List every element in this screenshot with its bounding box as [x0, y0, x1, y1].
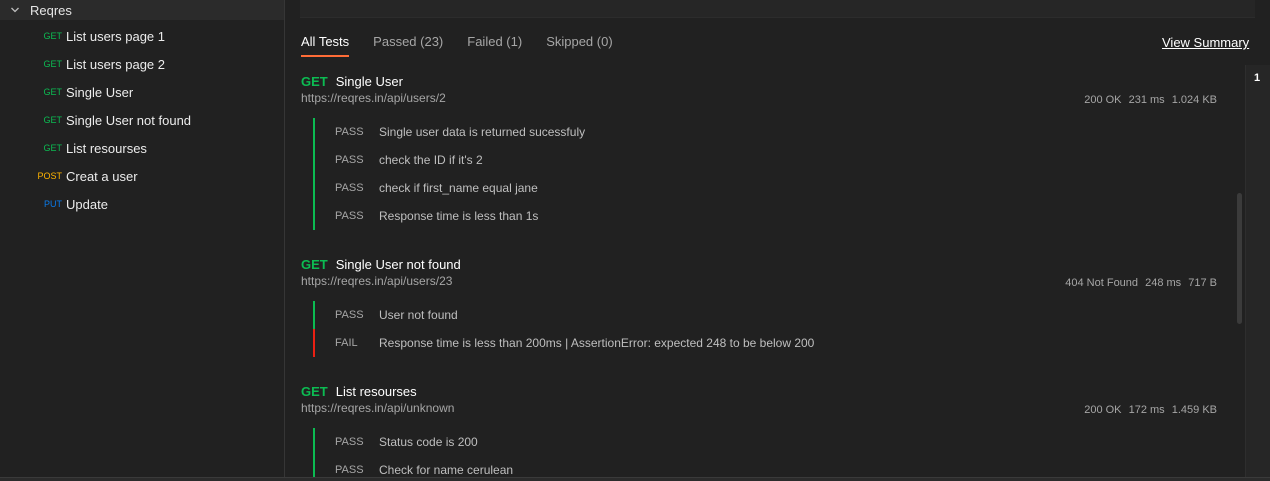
- response-time: 231 ms: [1128, 94, 1165, 106]
- request-label: Creat a user: [66, 168, 138, 184]
- response-size: 1.024 KB: [1171, 94, 1217, 106]
- test-status: PASS: [335, 126, 364, 138]
- test-message: Check for name cerulean: [379, 463, 514, 477]
- request-label: List users page 2: [66, 56, 166, 72]
- method-badge: GET: [43, 31, 62, 41]
- test-result: PASS check the ID if it's 2: [313, 146, 1213, 174]
- response-status: 404 Not Found: [1065, 277, 1139, 289]
- test-message: Single user data is returned sucessfuly: [379, 125, 586, 139]
- test-status: FAIL: [335, 337, 358, 349]
- view-summary-link[interactable]: View Summary: [1162, 35, 1249, 50]
- result-list-resourses: GET List resourses https://reqres.in/api…: [301, 382, 1231, 481]
- sidebar-request-creat-a-user[interactable]: POST Creat a user: [0, 164, 284, 188]
- iteration-number[interactable]: 1: [1254, 72, 1260, 84]
- method-badge: PUT: [44, 199, 62, 209]
- collection-header-reqres[interactable]: Reqres: [0, 0, 284, 20]
- test-message: check the ID if it's 2: [379, 153, 483, 167]
- test-result: PASS Single user data is returned sucess…: [313, 118, 1213, 146]
- test-result: PASS Status code is 200: [313, 428, 1213, 456]
- results-scrollbar-thumb[interactable]: [1237, 193, 1242, 324]
- response-meta: 200 OK 231 ms 1.024 KB: [1080, 94, 1217, 106]
- sidebar-request-list-users-page-2[interactable]: GET List users page 2: [0, 52, 284, 76]
- test-list: PASS User not found FAIL Response time i…: [313, 301, 1213, 357]
- result-single-user: GET Single User https://reqres.in/api/us…: [301, 72, 1231, 230]
- test-result-failed: FAIL Response time is less than 200ms | …: [313, 329, 1213, 357]
- test-message: User not found: [379, 308, 458, 322]
- test-message: Response time is less than 200ms | Asser…: [379, 336, 815, 350]
- test-message: Status code is 200: [379, 435, 478, 449]
- test-message: check if first_name equal jane: [379, 181, 538, 195]
- tab-skipped[interactable]: Skipped (0): [546, 34, 612, 57]
- request-name[interactable]: Single User not found: [336, 257, 461, 272]
- test-result: PASS User not found: [313, 301, 1213, 329]
- response-size: 1.459 KB: [1171, 404, 1217, 416]
- method-badge: GET: [43, 143, 62, 153]
- test-message: Response time is less than 1s: [379, 209, 539, 223]
- test-status: PASS: [335, 182, 364, 194]
- results-tabs: All Tests Passed (23) Failed (1) Skipped…: [301, 34, 637, 57]
- test-result: PASS check if first_name equal jane: [313, 174, 1213, 202]
- iteration-rail: [1245, 65, 1270, 481]
- response-time: 172 ms: [1128, 404, 1165, 416]
- tab-passed[interactable]: Passed (23): [373, 34, 443, 57]
- tab-all-tests[interactable]: All Tests: [301, 34, 350, 57]
- test-status: PASS: [335, 436, 364, 448]
- sidebar: Reqres GET List users page 1 GET List us…: [0, 0, 285, 481]
- results-list: GET Single User https://reqres.in/api/us…: [301, 72, 1231, 481]
- test-status: PASS: [335, 154, 364, 166]
- test-list: PASS Single user data is returned sucess…: [313, 118, 1213, 230]
- bottom-divider: [0, 477, 1270, 481]
- test-status: PASS: [335, 309, 364, 321]
- sidebar-request-update[interactable]: PUT Update: [0, 192, 284, 216]
- test-list: PASS Status code is 200 PASS Check for n…: [313, 428, 1213, 481]
- sidebar-request-single-user-not-found[interactable]: GET Single User not found: [0, 108, 284, 132]
- test-status: PASS: [335, 464, 364, 476]
- response-meta: 200 OK 172 ms 1.459 KB: [1080, 404, 1217, 416]
- response-status: 200 OK: [1084, 404, 1122, 416]
- request-label: Single User not found: [66, 112, 192, 128]
- result-single-user-not-found: GET Single User not found https://reqres…: [301, 255, 1231, 357]
- sidebar-request-list-users-page-1[interactable]: GET List users page 1: [0, 24, 284, 48]
- method-badge: GET: [301, 73, 328, 89]
- method-badge: GET: [43, 115, 62, 125]
- method-badge: GET: [301, 256, 328, 272]
- request-label: List resourses: [66, 140, 147, 156]
- test-result: PASS Response time is less than 1s: [313, 202, 1213, 230]
- test-status: PASS: [335, 210, 364, 222]
- response-status: 200 OK: [1084, 94, 1122, 106]
- method-badge: GET: [43, 59, 62, 69]
- collection-name: Reqres: [30, 2, 72, 18]
- response-meta: 404 Not Found 248 ms 717 B: [1061, 277, 1217, 289]
- results-header-bar: [300, 0, 1255, 18]
- sidebar-request-list-resourses[interactable]: GET List resourses: [0, 136, 284, 160]
- response-size: 717 B: [1188, 277, 1217, 289]
- request-label: List users page 1: [66, 28, 166, 44]
- request-label: Update: [66, 196, 108, 212]
- tab-failed[interactable]: Failed (1): [467, 34, 522, 57]
- method-badge: GET: [301, 383, 328, 399]
- chevron-down-icon[interactable]: [8, 3, 22, 17]
- method-badge: GET: [43, 87, 62, 97]
- runner-results-panel: All Tests Passed (23) Failed (1) Skipped…: [286, 0, 1270, 481]
- response-time: 248 ms: [1145, 277, 1182, 289]
- request-label: Single User: [66, 84, 134, 100]
- sidebar-request-single-user[interactable]: GET Single User: [0, 80, 284, 104]
- method-badge: POST: [37, 171, 62, 181]
- request-name[interactable]: List resourses: [336, 384, 417, 399]
- request-name[interactable]: Single User: [336, 74, 403, 89]
